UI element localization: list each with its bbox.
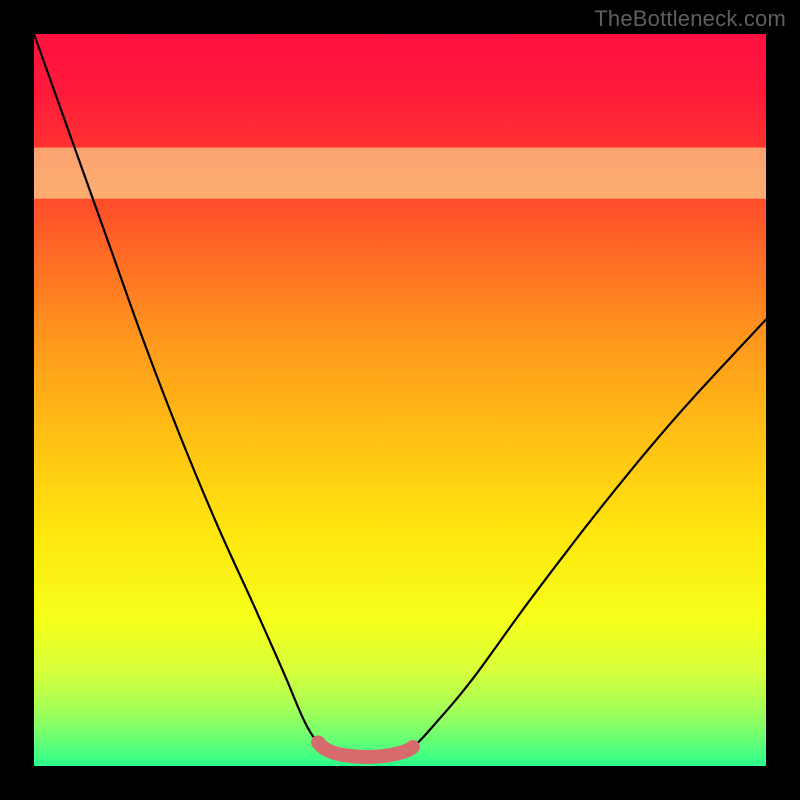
plot-area [34, 34, 766, 766]
watermark-text: TheBottleneck.com [594, 6, 786, 32]
gradient-background [34, 34, 766, 766]
chart-frame: TheBottleneck.com [0, 0, 800, 800]
plot-svg [34, 34, 766, 766]
highlight-band [34, 148, 766, 199]
